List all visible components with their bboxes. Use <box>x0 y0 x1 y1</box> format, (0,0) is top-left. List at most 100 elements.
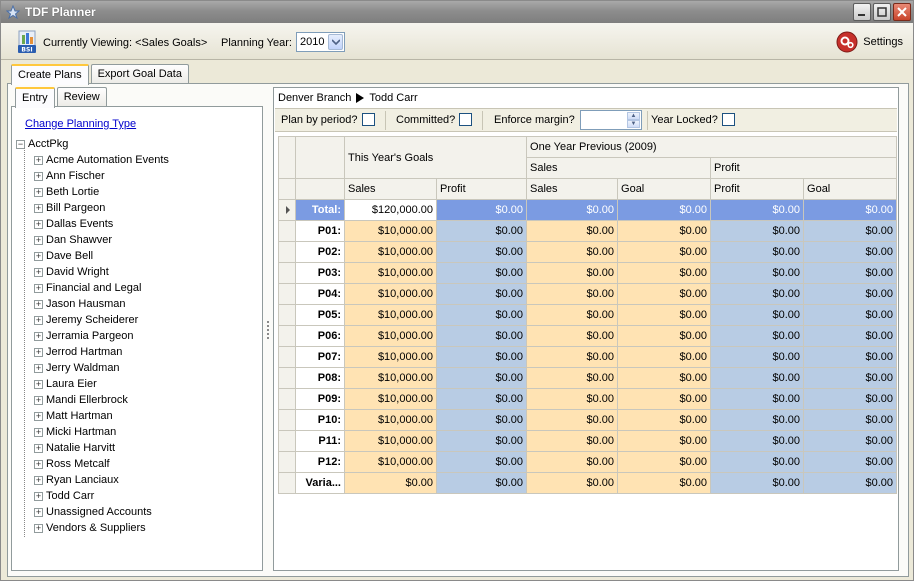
tree-item[interactable]: + Unassigned Accounts <box>16 504 260 520</box>
expand-icon[interactable]: + <box>34 235 43 245</box>
splitter-handle[interactable] <box>267 321 270 341</box>
row-selector[interactable] <box>278 325 296 347</box>
chevron-down-icon[interactable] <box>328 34 343 50</box>
change-planning-type-link[interactable]: Change Planning Type <box>25 118 136 130</box>
table-row[interactable]: P11: $10,000.00 $0.00 $0.00 $0.00 $0.00 $0.00 <box>278 430 898 452</box>
table-row[interactable]: P01: $10,000.00 $0.00 $0.00 $0.00 $0.00 $0.00 <box>278 220 898 242</box>
row-selector[interactable] <box>278 304 296 326</box>
table-row[interactable]: P07: $10,000.00 $0.00 $0.00 $0.00 $0.00 $0.00 <box>278 346 898 368</box>
grid-cell[interactable]: $0.00 <box>435 283 528 305</box>
spin-down-icon[interactable]: ▼ <box>627 120 640 128</box>
expand-icon[interactable]: + <box>34 507 43 517</box>
expand-icon[interactable]: + <box>34 315 43 325</box>
grid-cell[interactable]: $0.00 <box>435 409 528 431</box>
title-bar[interactable]: TDF Planner <box>1 1 913 23</box>
tree-root[interactable]: − AcctPkg <box>16 136 260 152</box>
row-selector[interactable] <box>278 367 296 389</box>
tree-item[interactable]: + Dave Bell <box>16 248 260 264</box>
expand-icon[interactable]: + <box>34 155 43 165</box>
row-selector[interactable] <box>278 346 296 368</box>
table-row[interactable]: P02: $10,000.00 $0.00 $0.00 $0.00 $0.00 $0.00 <box>278 241 898 263</box>
close-button[interactable] <box>893 3 911 21</box>
tab-entry[interactable]: Entry <box>15 87 55 108</box>
year-locked-checkbox[interactable] <box>722 113 735 126</box>
tab-export-goal-data[interactable]: Export Goal Data <box>90 64 189 84</box>
planning-year-select[interactable]: 2010 <box>296 32 345 52</box>
tree-item[interactable]: + Jerramia Pargeon <box>16 328 260 344</box>
expand-icon[interactable]: + <box>34 251 43 261</box>
grid-cell[interactable]: $10,000.00 <box>344 451 437 473</box>
expand-icon[interactable]: + <box>34 219 43 229</box>
column-header[interactable]: Profit <box>435 178 528 200</box>
expand-icon[interactable]: + <box>34 187 43 197</box>
grid-cell[interactable]: $120,000.00 <box>344 199 437 221</box>
expand-icon[interactable]: + <box>34 331 43 341</box>
tree-item[interactable]: + Jerrod Hartman <box>16 344 260 360</box>
grid-cell[interactable]: $0.00 <box>435 430 528 452</box>
grid-cell[interactable]: $10,000.00 <box>344 346 437 368</box>
tree-item[interactable]: + Ryan Lanciaux <box>16 472 260 488</box>
grid-cell[interactable]: $0.00 <box>435 388 528 410</box>
table-row[interactable]: P04: $10,000.00 $0.00 $0.00 $0.00 $0.00 $0.00 <box>278 283 898 305</box>
tree-item[interactable]: + Micki Hartman <box>16 424 260 440</box>
grid-cell[interactable]: $0.00 <box>435 199 528 221</box>
grid-cell[interactable]: $10,000.00 <box>344 430 437 452</box>
grid-cell[interactable]: $10,000.00 <box>344 262 437 284</box>
expand-icon[interactable]: + <box>34 475 43 485</box>
tree-item[interactable]: + Jason Hausman <box>16 296 260 312</box>
tree-item[interactable]: + Vendors & Suppliers <box>16 520 260 536</box>
maximize-button[interactable] <box>873 3 891 21</box>
tree-item[interactable]: + Ross Metcalf <box>16 456 260 472</box>
expand-icon[interactable]: + <box>34 363 43 373</box>
expand-icon[interactable]: + <box>34 459 43 469</box>
tree-item[interactable]: + Todd Carr <box>16 488 260 504</box>
tree-item[interactable]: + David Wright <box>16 264 260 280</box>
grid-cell[interactable]: $10,000.00 <box>344 409 437 431</box>
enforce-margin-input[interactable]: ▲ ▼ <box>580 110 642 130</box>
table-row[interactable]: P08: $10,000.00 $0.00 $0.00 $0.00 $0.00 $0.00 <box>278 367 898 389</box>
grid-cell[interactable]: $10,000.00 <box>344 325 437 347</box>
column-header[interactable]: Goal <box>803 178 898 200</box>
tree-item[interactable]: + Mandi Ellerbrock <box>16 392 260 408</box>
column-header[interactable]: Profit <box>710 178 805 200</box>
grid-cell[interactable]: $0.00 <box>435 451 528 473</box>
expand-icon[interactable]: + <box>34 443 43 453</box>
grid-cell[interactable]: $0.00 <box>435 472 528 494</box>
row-selector[interactable] <box>278 409 296 431</box>
expand-icon[interactable]: + <box>34 427 43 437</box>
plan-by-period-checkbox[interactable] <box>362 113 375 126</box>
expand-icon[interactable]: + <box>34 283 43 293</box>
grid-cell[interactable]: $0.00 <box>435 220 528 242</box>
grid-cell[interactable]: $10,000.00 <box>344 304 437 326</box>
expand-icon[interactable]: + <box>34 523 43 533</box>
settings-button[interactable]: Settings <box>836 31 903 53</box>
tree-item[interactable]: + Bill Pargeon <box>16 200 260 216</box>
expand-icon[interactable]: + <box>34 395 43 405</box>
tab-review[interactable]: Review <box>56 87 107 107</box>
tree-item[interactable]: + Matt Hartman <box>16 408 260 424</box>
grid-cell[interactable]: $0.00 <box>435 325 528 347</box>
grid-cell[interactable]: $10,000.00 <box>344 283 437 305</box>
minimize-button[interactable] <box>853 3 871 21</box>
row-selector[interactable] <box>278 283 296 305</box>
tree-item[interactable]: + Beth Lortie <box>16 184 260 200</box>
expand-icon[interactable]: + <box>34 347 43 357</box>
breadcrumb-branch[interactable]: Denver Branch <box>278 92 351 104</box>
row-selector[interactable] <box>278 241 296 263</box>
table-row[interactable]: P06: $10,000.00 $0.00 $0.00 $0.00 $0.00 $0.00 <box>278 325 898 347</box>
row-selector[interactable] <box>278 262 296 284</box>
grid-cell[interactable]: $10,000.00 <box>344 388 437 410</box>
row-selector[interactable] <box>278 220 296 242</box>
grid-cell[interactable]: $0.00 <box>435 346 528 368</box>
grid-cell[interactable]: $10,000.00 <box>344 220 437 242</box>
tab-create-plans[interactable]: Create Plans <box>11 64 89 85</box>
grid-cell[interactable]: $0.00 <box>435 367 528 389</box>
table-row[interactable]: P05: $10,000.00 $0.00 $0.00 $0.00 $0.00 $0.00 <box>278 304 898 326</box>
tree-item[interactable]: + Ann Fischer <box>16 168 260 184</box>
grid-cell[interactable]: $10,000.00 <box>344 241 437 263</box>
expand-icon[interactable]: + <box>34 411 43 421</box>
expand-icon[interactable]: + <box>34 491 43 501</box>
row-selector[interactable] <box>278 451 296 473</box>
tree-item[interactable]: + Financial and Legal <box>16 280 260 296</box>
row-selector[interactable] <box>278 199 296 221</box>
